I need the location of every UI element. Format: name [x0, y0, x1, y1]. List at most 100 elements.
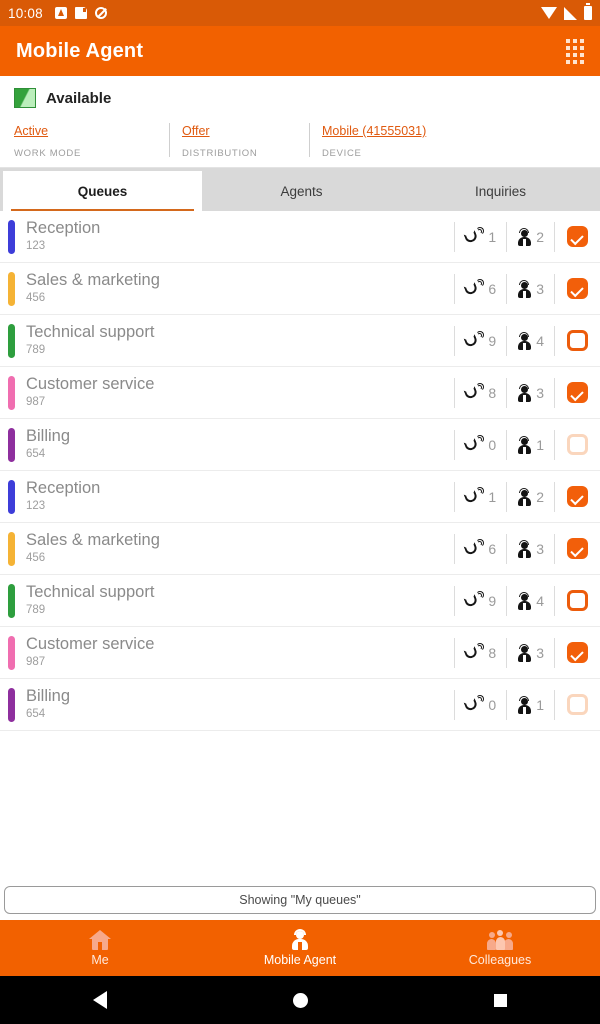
tab-queues[interactable]: Queues: [3, 171, 202, 211]
queue-login-toggle[interactable]: [554, 377, 600, 408]
waiting-calls-metric: 1: [454, 221, 506, 252]
queue-color-bar: [8, 635, 15, 670]
queue-row[interactable]: Customer service 987 8 3: [0, 367, 600, 419]
checked-circle-icon: [567, 382, 588, 403]
queue-text-block: Technical support 789: [26, 323, 454, 358]
queue-name: Technical support: [26, 583, 155, 601]
device-label: DEVICE: [322, 148, 362, 159]
available-agents-value: 3: [536, 644, 544, 661]
queue-number: 789: [26, 604, 46, 616]
available-agents-metric: 3: [506, 533, 554, 564]
waiting-calls-metric: 1: [454, 481, 506, 512]
queue-row[interactable]: Billing 654 0 1: [0, 679, 600, 731]
queue-login-toggle[interactable]: [554, 689, 600, 720]
android-recents-button[interactable]: [400, 993, 600, 1007]
presence-status-row[interactable]: Available: [14, 88, 586, 108]
queue-metrics: 12: [454, 221, 600, 252]
disabled-circle-icon: [567, 694, 588, 715]
distribution-label: DISTRIBUTION: [182, 148, 258, 159]
distribution-field[interactable]: Offer DISTRIBUTION: [169, 122, 309, 159]
waiting-calls-metric: 6: [454, 273, 506, 304]
work-mode-field[interactable]: Active WORK MODE: [14, 122, 169, 159]
checked-circle-icon: [567, 278, 588, 299]
queue-number: 987: [26, 396, 46, 408]
queue-name: Technical support: [26, 323, 155, 341]
android-home-button[interactable]: [200, 992, 400, 1008]
queue-metrics: 94: [454, 325, 600, 356]
queue-color-bar: [8, 375, 15, 410]
dialpad-icon[interactable]: [566, 38, 584, 64]
queue-row[interactable]: Sales & marketing 456 6 3: [0, 523, 600, 575]
device-value[interactable]: Mobile (41555031): [322, 124, 426, 138]
queue-row[interactable]: Customer service 987 8 3: [0, 627, 600, 679]
showing-filter-area: Showing "My queues": [0, 886, 600, 920]
tab-agents[interactable]: Agents: [202, 171, 401, 211]
queue-login-toggle[interactable]: [554, 429, 600, 460]
waiting-calls-value: 0: [488, 696, 497, 713]
nav-item-colleagues[interactable]: Colleagues: [400, 920, 600, 976]
mobile-agent-screen: 10:08 Mobile Agent Available Active WORK…: [0, 0, 600, 1024]
disabled-circle-icon: [567, 434, 588, 455]
queue-login-toggle[interactable]: [554, 221, 600, 252]
waiting-calls-value: 6: [488, 540, 497, 557]
ringing-phone-icon: [463, 539, 485, 557]
waiting-calls-metric: 8: [454, 637, 506, 668]
distribution-value[interactable]: Offer: [182, 124, 210, 138]
queue-metrics: 01: [454, 429, 600, 460]
checked-circle-icon: [567, 226, 588, 247]
queue-login-toggle[interactable]: [554, 325, 600, 356]
queue-name: Sales & marketing: [26, 531, 160, 549]
available-agents-value: 1: [536, 436, 544, 453]
nav-item-mobile-agent[interactable]: Mobile Agent: [200, 920, 400, 976]
agent-headset-icon: [517, 539, 531, 558]
device-field[interactable]: Mobile (41555031) DEVICE: [309, 122, 426, 159]
queue-text-block: Reception 123: [26, 219, 454, 254]
queue-row[interactable]: Technical support 789 9 4: [0, 315, 600, 367]
queue-row[interactable]: Sales & marketing 456 6 3: [0, 263, 600, 315]
agent-headset-icon: [517, 591, 531, 610]
home-icon: [89, 929, 111, 950]
checked-circle-icon: [567, 486, 588, 507]
queue-color-bar: [8, 219, 15, 254]
queue-login-toggle[interactable]: [554, 273, 600, 304]
queue-login-toggle[interactable]: [554, 533, 600, 564]
queue-row[interactable]: Billing 654 0 1: [0, 419, 600, 471]
ringing-phone-icon: [463, 435, 485, 453]
tab-inquiries[interactable]: Inquiries: [401, 171, 600, 211]
queue-row[interactable]: Technical support 789 9 4: [0, 575, 600, 627]
queue-text-block: Sales & marketing 456: [26, 271, 454, 306]
queue-number: 987: [26, 656, 46, 668]
work-mode-value[interactable]: Active: [14, 124, 48, 138]
queue-login-toggle[interactable]: [554, 585, 600, 616]
available-agents-metric: 4: [506, 325, 554, 356]
queue-text-block: Sales & marketing 456: [26, 531, 454, 566]
waiting-calls-metric: 9: [454, 325, 506, 356]
back-triangle-icon: [93, 991, 107, 1009]
queue-number: 123: [26, 240, 46, 252]
queue-color-bar: [8, 479, 15, 514]
empty-circle-icon: [567, 590, 588, 611]
queue-login-toggle[interactable]: [554, 481, 600, 512]
nav-item-label: Colleagues: [468, 952, 532, 967]
android-back-button[interactable]: [0, 991, 200, 1009]
agent-headset-icon: [517, 331, 531, 350]
queue-row[interactable]: Reception 123 1 2: [0, 471, 600, 523]
checked-circle-icon: [567, 642, 588, 663]
ringing-phone-icon: [463, 591, 485, 609]
available-agents-metric: 3: [506, 377, 554, 408]
recents-square-icon: [493, 993, 507, 1007]
available-agents-value: 1: [536, 696, 544, 713]
available-agents-metric: 3: [506, 273, 554, 304]
queue-number: 789: [26, 344, 46, 356]
wifi-icon: [541, 7, 557, 19]
nav-item-me[interactable]: Me: [0, 920, 200, 976]
queue-login-toggle[interactable]: [554, 637, 600, 668]
showing-filter-button[interactable]: Showing "My queues": [4, 886, 596, 914]
bottom-navigation: Me Mobile Agent Colleagues: [0, 920, 600, 976]
queue-number: 654: [26, 708, 46, 720]
waiting-calls-value: 9: [488, 592, 497, 609]
queue-text-block: Billing 654: [26, 687, 454, 722]
queue-row[interactable]: Reception 123 1 2: [0, 211, 600, 263]
home-circle-icon: [292, 992, 308, 1008]
available-agents-value: 2: [536, 488, 544, 505]
